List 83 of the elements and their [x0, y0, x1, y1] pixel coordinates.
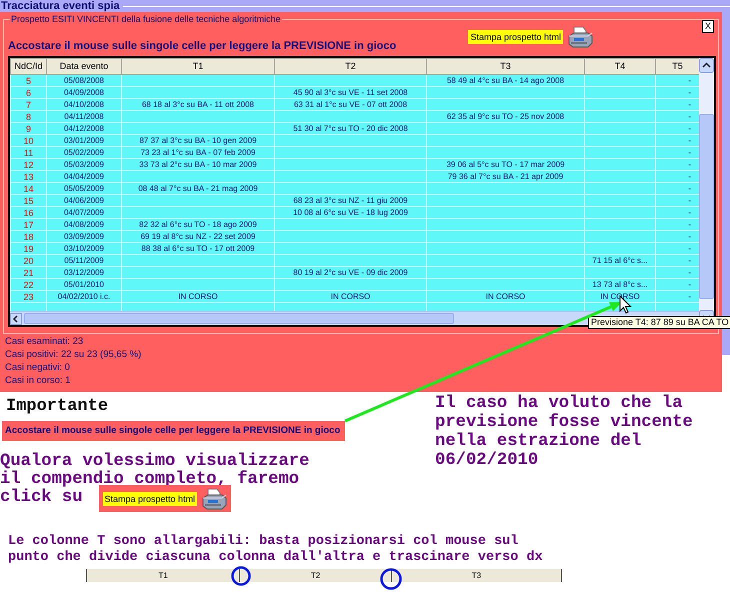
table-cell: 04/06/2009	[46, 194, 122, 206]
table-cell: 11	[10, 146, 46, 158]
table-cell: 17	[10, 218, 46, 230]
table-cell: 14	[10, 182, 46, 194]
table-cell: 20	[10, 254, 46, 266]
table-cell: 03/09/2009	[46, 230, 122, 242]
table-cell: 05/11/2009	[46, 254, 122, 266]
table-cell: 16	[10, 206, 46, 218]
summary-line: Casi in corso: 1	[5, 374, 70, 387]
table-cell: 05/01/2010	[46, 278, 122, 290]
table-cell: 63 31 al 1°c su VE - 07 ott 2008	[274, 98, 426, 110]
table-cell: 05/03/2009	[46, 158, 122, 170]
table-cell: 71 15 al 6°c s...	[584, 254, 656, 266]
column-header: T1	[87, 569, 240, 582]
column-header: T2	[240, 569, 392, 582]
table-cell: 05/08/2008	[46, 74, 122, 86]
table-cell: 7	[10, 98, 46, 110]
tooltip: Previsione T4: 87 89 su BA CA TO	[588, 316, 730, 329]
summary-line: Casi negativi: 0	[5, 361, 70, 374]
table-cell: 08 48 al 7°c su BA - 21 mag 2009	[122, 182, 274, 194]
table-cell: 33 73 al 2°c su BA - 10 mar 2009	[122, 158, 274, 170]
table-cell: 04/04/2009	[46, 170, 122, 182]
table-cell: 15	[10, 194, 46, 206]
table-cell: 51 30 al 7°c su TO - 20 dic 2008	[274, 122, 426, 134]
table-cell: 13 73 al 8°c s...	[584, 278, 656, 290]
table-cell: 10 08 al 6°c su VE - 18 lug 2009	[274, 206, 426, 218]
table-cell: 04/12/2008	[46, 122, 122, 134]
table-cell: 12	[10, 158, 46, 170]
table-cell: 68 18 al 3°c su BA - 11 ott 2008	[122, 98, 274, 110]
note-text: Qualora volessimo visualizzare	[0, 453, 310, 472]
table-cell: 68 23 al 3°c su NZ - 11 giu 2009	[274, 194, 426, 206]
table-cell: 04/11/2008	[46, 110, 122, 122]
table-cell: 03/12/2009	[46, 266, 122, 278]
table-cell: 5	[10, 74, 46, 86]
table-cell: 22	[10, 278, 46, 290]
panel-heading: Accostare il mouse sulle singole celle per leggere la PREVISIONE in gioco	[8, 38, 396, 54]
table-cell: 39 06 al 5°c su TO - 17 mar 2009	[426, 158, 584, 170]
table-cell: 04/10/2008	[46, 98, 122, 110]
table-cell: 82 32 al 6°c su TO - 18 ago 2009	[122, 218, 274, 230]
table-cell: IN CORSO	[426, 290, 584, 302]
panel-legend: Prospetto ESITI VINCENTI della fusione delle tecniche algoritmiche	[10, 14, 282, 24]
table-cell: 58 49 al 4°c su BA - 14 ago 2008	[426, 74, 584, 86]
section-title: Importante	[6, 398, 108, 416]
window-title: Tracciatura eventi spia	[0, 0, 123, 12]
table-cell: 05/02/2009	[46, 146, 122, 158]
table-cell: 05/05/2009	[46, 182, 122, 194]
table-cell: 13	[10, 170, 46, 182]
hint-text: Accostare il mouse sulle singole celle per leggere la PREVISIONE in gioco	[2, 421, 345, 442]
column-header: T3	[470, 570, 482, 582]
table-cell: 04/08/2009	[46, 218, 122, 230]
note-text: il compendio completo, faremo	[0, 471, 300, 490]
table-cell: 04/09/2008	[46, 86, 122, 98]
note-text: Il caso ha voluto che la	[435, 394, 683, 413]
table-cell: 10	[10, 134, 46, 146]
table-cell: 69 19 al 8°c su NZ - 22 set 2009	[122, 230, 274, 242]
table-cell: 04/07/2009	[46, 206, 122, 218]
table-cell: 62 35 al 9°c su TO - 25 nov 2008	[426, 110, 584, 122]
note-text: click su	[0, 489, 83, 508]
table-cell: 9	[10, 122, 46, 134]
table-cell: 04/02/2010 i.c.	[46, 290, 122, 302]
table-cell: 87 37 al 3°c su BA - 10 gen 2009	[122, 134, 274, 146]
note-text: punto che divide ciascuna colonna dall'altra e trascinare verso dx	[8, 550, 543, 566]
note-text: nella estrazione del	[435, 432, 642, 451]
note-text: 06/02/2010	[435, 451, 538, 470]
table-cell: 03/01/2009	[46, 134, 122, 146]
table-cell: 45 90 al 3°c su VE - 11 set 2008	[274, 86, 426, 98]
table-cell: 23	[10, 290, 46, 302]
table-cell: IN CORSO	[122, 290, 274, 302]
table-cell: 80 19 al 2°c su VE - 09 dic 2009	[274, 266, 426, 278]
note-text: Le colonne T sono allargabili: basta posizionarsi col mouse sul	[8, 534, 518, 550]
table-cell: 03/10/2009	[46, 242, 122, 254]
table-cell: 19	[10, 242, 46, 254]
summary-line: Casi positivi: 22 su 23 (95,65 %)	[5, 348, 142, 361]
table-cell: 73 23 al 1°c su BA - 07 feb 2009	[122, 146, 274, 158]
table-cell: IN CORSO	[274, 290, 426, 302]
table-cell: 88 38 al 6°c su TO - 17 ott 2009	[122, 242, 274, 254]
table-cell: 6	[10, 86, 46, 98]
table-cell: 21	[10, 266, 46, 278]
table-cell: 18	[10, 230, 46, 242]
summary-line: Casi esaminati: 23	[5, 335, 84, 348]
table-cell: 8	[10, 110, 46, 122]
note-text: previsione fosse vincente	[435, 413, 693, 432]
table-cell: 79 36 al 7°c su BA - 21 apr 2009	[426, 170, 584, 182]
